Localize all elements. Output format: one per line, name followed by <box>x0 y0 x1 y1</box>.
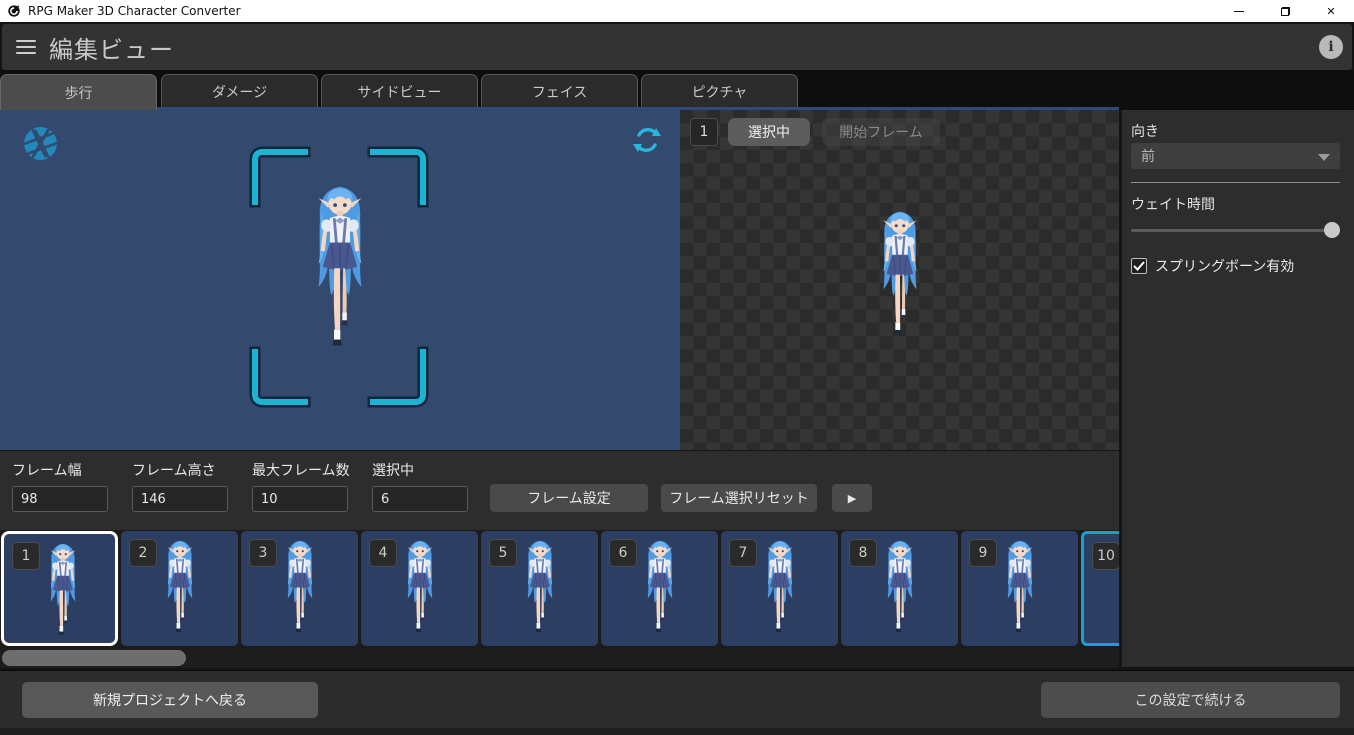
continue-button[interactable]: この設定で続ける <box>1041 682 1340 718</box>
selected-frame-field: 選択中 <box>372 460 468 512</box>
max-frames-field: 最大フレーム数 <box>252 460 350 512</box>
page-title: 編集ビュー <box>49 35 174 64</box>
restore-icon <box>1280 6 1290 16</box>
filmstrip-scrollbar[interactable] <box>0 648 1119 668</box>
frame-transparent-panel[interactable]: 1 選択中 開始フレーム <box>680 110 1119 450</box>
selected-frame-input[interactable] <box>372 486 468 512</box>
frame-width-input[interactable] <box>12 486 108 512</box>
character-sprite <box>647 540 673 633</box>
frame-width-field: フレーム幅 <box>12 460 108 512</box>
settings-panel: 向き 前 ウェイト時間 スプリングボーン有効 <box>1122 110 1354 667</box>
footer-bar: 新規プロジェクトへ戻る この設定で続ける <box>0 670 1354 728</box>
menu-icon[interactable] <box>16 40 36 54</box>
frame-height-input[interactable] <box>132 486 228 512</box>
max-frames-input[interactable] <box>252 486 348 512</box>
app-logo-icon <box>8 5 20 17</box>
filmstrip-frame-4[interactable]: 4 <box>361 531 478 646</box>
frame-controls-bar: フレーム幅 フレーム高さ 最大フレーム数 選択中 フレーム設定 フレーム選択リセ… <box>0 450 1119 530</box>
character-sprite <box>167 540 193 633</box>
rotate-icon[interactable] <box>630 123 664 157</box>
app-header: 編集ビュー i <box>2 24 1352 70</box>
window-title: RPG Maker 3D Character Converter <box>28 4 241 18</box>
frame-settings-button[interactable]: フレーム設定 <box>490 484 648 512</box>
filmstrip-frame-8[interactable]: 8 <box>841 531 958 646</box>
app-window: RPG Maker 3D Character Converter ✕ 編集ビュー… <box>0 0 1354 735</box>
close-button[interactable]: ✕ <box>1308 0 1354 22</box>
character-sprite <box>527 540 553 633</box>
character-preview-panel[interactable] <box>0 110 680 450</box>
filmstrip-frame-1[interactable]: 1 <box>1 531 118 646</box>
frame-number-badge: 1 <box>690 118 718 146</box>
tab-face[interactable]: フェイス <box>481 74 638 108</box>
selected-chip[interactable]: 選択中 <box>728 118 810 146</box>
title-bar: RPG Maker 3D Character Converter ✕ <box>0 0 1354 22</box>
frame-badge: 9 <box>969 539 997 567</box>
character-sprite <box>887 540 913 633</box>
direction-dropdown[interactable]: 前 <box>1131 143 1340 169</box>
character-sprite <box>50 543 76 636</box>
slider-track <box>1131 229 1340 232</box>
frame-sprite <box>882 211 918 336</box>
frame-reset-button[interactable]: フレーム選択リセット <box>661 484 817 512</box>
minimize-button[interactable] <box>1216 0 1262 22</box>
filmstrip-frame-10[interactable]: 10 <box>1081 531 1119 646</box>
frame-height-field: フレーム高さ <box>132 460 228 512</box>
tab-strip: 歩行 ダメージ サイドビュー フェイス ピクチャ <box>0 70 1354 110</box>
tab-damage[interactable]: ダメージ <box>161 74 318 108</box>
crop-frame-markers[interactable] <box>249 146 429 408</box>
tab-picture[interactable]: ピクチャ <box>641 74 798 108</box>
filmstrip-frame-9[interactable]: 9 <box>961 531 1078 646</box>
frame-filmstrip: 1 2 3 4 5 6 7 8 9 10 <box>0 530 1119 648</box>
frame-badge: 2 <box>129 539 157 567</box>
filmstrip-frame-5[interactable]: 5 <box>481 531 598 646</box>
frame-width-label: フレーム幅 <box>12 463 82 479</box>
frame-badge: 1 <box>12 542 40 570</box>
aperture-icon <box>23 127 58 160</box>
panel-divider <box>1131 182 1340 183</box>
filmstrip-frame-3[interactable]: 3 <box>241 531 358 646</box>
check-icon <box>1133 261 1145 271</box>
frame-badge: 7 <box>729 539 757 567</box>
wait-time-slider[interactable] <box>1131 222 1340 238</box>
character-sprite <box>407 540 433 633</box>
frame-badge: 3 <box>249 539 277 567</box>
frame-height-label: フレーム高さ <box>132 463 216 479</box>
direction-label: 向き <box>1131 124 1159 140</box>
max-frames-label: 最大フレーム数 <box>252 463 350 479</box>
back-to-project-button[interactable]: 新規プロジェクトへ戻る <box>22 682 318 718</box>
filmstrip-frame-7[interactable]: 7 <box>721 531 838 646</box>
tab-sideview[interactable]: サイドビュー <box>321 74 478 108</box>
info-button[interactable]: i <box>1319 35 1343 59</box>
frame-badge: 10 <box>1092 542 1119 570</box>
window-bottom-edge <box>0 728 1354 735</box>
frame-badge: 5 <box>489 539 517 567</box>
character-sprite <box>287 540 313 633</box>
selected-frame-label: 選択中 <box>372 463 414 479</box>
wait-time-label: ウェイト時間 <box>1131 197 1215 213</box>
direction-value: 前 <box>1141 149 1155 165</box>
filmstrip-frame-6[interactable]: 6 <box>601 531 718 646</box>
character-sprite <box>767 540 793 633</box>
start-frame-chip[interactable]: 開始フレーム <box>822 118 940 146</box>
scrollbar-thumb[interactable] <box>2 650 186 666</box>
play-button[interactable]: ▶ <box>832 484 872 512</box>
springbone-checkbox[interactable] <box>1131 258 1147 274</box>
frame-badge: 4 <box>369 539 397 567</box>
character-sprite <box>1007 540 1033 633</box>
filmstrip-frame-2[interactable]: 2 <box>121 531 238 646</box>
minimize-icon <box>1234 10 1244 12</box>
tab-walk[interactable]: 歩行 <box>0 74 157 110</box>
restore-button[interactable] <box>1262 0 1308 22</box>
frame-badge: 8 <box>849 539 877 567</box>
slider-thumb[interactable] <box>1324 222 1340 238</box>
springbone-checkbox-row[interactable]: スプリングボーン有効 <box>1131 256 1294 276</box>
chevron-down-icon <box>1318 154 1330 161</box>
springbone-label: スプリングボーン有効 <box>1155 259 1295 275</box>
frame-badge: 6 <box>609 539 637 567</box>
